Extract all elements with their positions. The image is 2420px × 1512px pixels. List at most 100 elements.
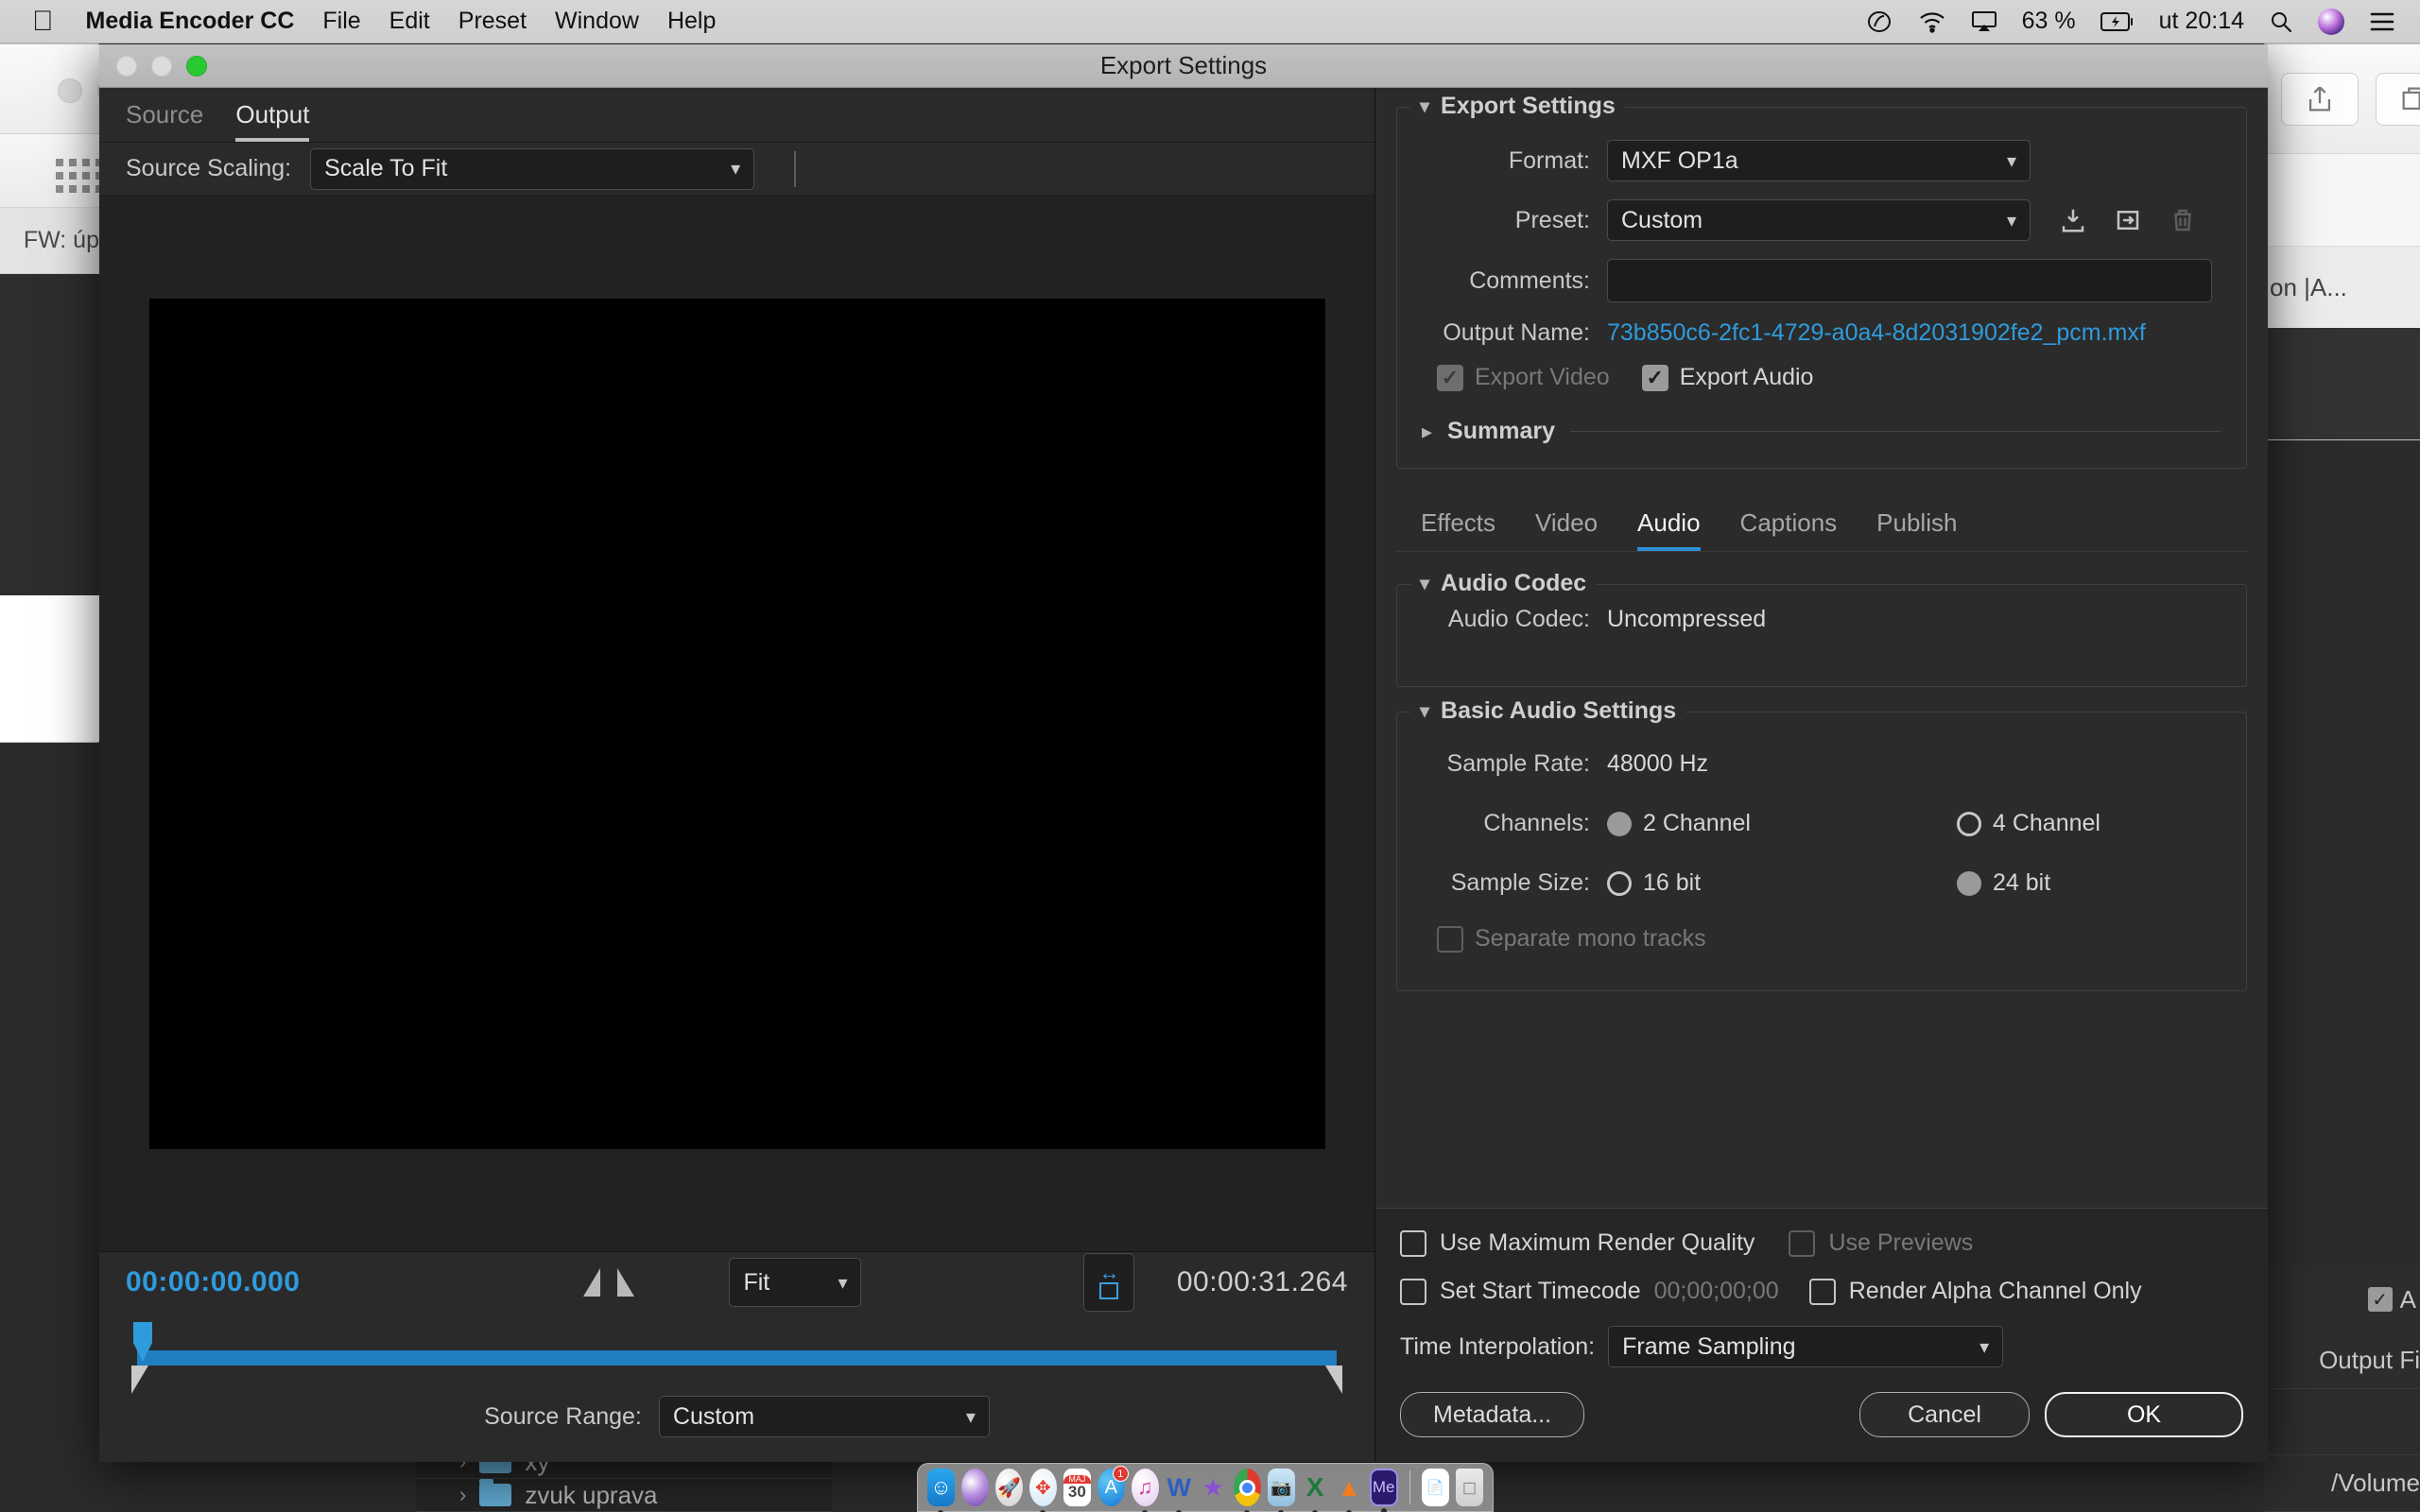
tab-publish[interactable]: Publish (1876, 508, 1957, 551)
dock-icon-finder[interactable]: ☺ (927, 1469, 955, 1512)
zoom-level-select[interactable]: Fit ▾ (729, 1258, 862, 1307)
background-queue-panel[interactable]: ✓ A Output Fi /Volume (2264, 1266, 2420, 1512)
in-point-handle[interactable] (131, 1366, 148, 1394)
menubar-status-items[interactable]: 63 % ut 20:14 (1865, 8, 2395, 35)
tab-audio[interactable]: Audio (1637, 508, 1701, 551)
dock-icon-chrome[interactable] (1233, 1469, 1261, 1512)
tab-effects[interactable]: Effects (1421, 508, 1495, 551)
macos-menubar[interactable]:  Media Encoder CC File Edit Preset Wind… (0, 0, 2420, 43)
export-audio-checkbox[interactable]: ✓ (1641, 364, 1668, 391)
dock-icon-media-encoder[interactable]: Me (1369, 1469, 1398, 1512)
dock-icon-launchpad[interactable]: 🚀 (994, 1469, 1023, 1506)
time-interpolation-select[interactable]: Frame Sampling ▾ (1608, 1326, 2004, 1367)
background-window-right[interactable]: on |A... + (2259, 43, 2420, 440)
menubar-item-window[interactable]: Window (555, 8, 639, 35)
bg-left-tab[interactable]: FW: úp (0, 208, 103, 274)
preview-area[interactable] (99, 196, 1374, 1251)
export-settings-group-title[interactable]: ▾ Export Settings (1410, 93, 1625, 120)
menubar-app-name[interactable]: Media Encoder CC (86, 8, 295, 35)
radio-24-bit[interactable] (1957, 870, 1981, 896)
notification-center-icon[interactable] (2369, 11, 2395, 32)
dock-icon-imovie[interactable]: ★ (1200, 1469, 1227, 1506)
traffic-lights[interactable] (116, 55, 207, 77)
set-start-timecode-checkbox[interactable] (1400, 1278, 1426, 1305)
set-in-point-icon[interactable] (583, 1268, 601, 1297)
start-timecode-value[interactable]: 00;00;00;00 (1654, 1278, 1779, 1305)
source-range-select[interactable]: Custom ▾ (658, 1396, 990, 1437)
video-preview-canvas[interactable] (148, 298, 1325, 1149)
export-audio-checkbox-row[interactable]: ✓ Export Audio (1641, 364, 1813, 391)
format-select[interactable]: MXF OP1a ▾ (1607, 140, 2031, 181)
chevron-down-icon[interactable]: ▾ (1420, 94, 1429, 118)
bg-left-toolbar[interactable] (0, 134, 103, 208)
settings-tabbar[interactable]: Effects Video Audio Captions Publish (1396, 493, 2247, 552)
sample-size-option-16[interactable]: 16 bit (1607, 869, 1957, 897)
background-window-left[interactable]: FW: úp (0, 43, 104, 743)
render-alpha-checkbox[interactable] (1808, 1278, 1836, 1305)
export-settings-dialog[interactable]: Export Settings Source Output Source Sca… (99, 44, 2268, 1462)
dock-icon-document[interactable]: 📄 (1422, 1469, 1450, 1506)
source-scaling-select[interactable]: Scale To Fit ▾ (310, 147, 755, 190)
bg-left-traffic-lights[interactable] (58, 78, 103, 103)
tab-video[interactable]: Video (1535, 508, 1598, 551)
tab-output[interactable]: Output (235, 100, 310, 142)
menubar-item-help[interactable]: Help (667, 8, 716, 35)
save-preset-icon[interactable] (2051, 198, 2095, 242)
channels-option-4[interactable]: 4 Channel (1957, 810, 2100, 837)
tree-row[interactable]: › zvuk uprava (416, 1479, 832, 1512)
out-point-handle[interactable] (1325, 1366, 1342, 1394)
playhead[interactable] (133, 1322, 152, 1364)
close-button[interactable] (116, 55, 137, 77)
radio-16-bit[interactable] (1607, 870, 1632, 896)
dock-icon-itunes[interactable]: ♫ (1131, 1469, 1159, 1512)
channels-option-2[interactable]: 2 Channel (1607, 810, 1957, 837)
fit-to-frame-icon[interactable]: ↔ (1083, 1253, 1135, 1312)
duplicate-window-button[interactable] (2376, 72, 2420, 126)
dock[interactable]: ☺ 🚀 ✥ MÁJ 30 A1 ♫ W ★ 📷 X ▲ Me 📄 ◻ (917, 1463, 1494, 1512)
airplay-icon[interactable] (1971, 10, 1997, 33)
dock-icon-calendar[interactable]: MÁJ 30 (1063, 1469, 1091, 1506)
menubar-clock[interactable]: ut 20:14 (2159, 8, 2244, 35)
basic-audio-group-title[interactable]: ▾ Basic Audio Settings (1410, 697, 1686, 725)
radio-4-channel[interactable] (1957, 811, 1981, 836)
dock-icon-word[interactable]: W (1166, 1469, 1193, 1512)
minimize-button[interactable] (151, 55, 172, 77)
dock-icon-trash[interactable]: ◻ (1456, 1469, 1484, 1506)
tab-source[interactable]: Source (126, 100, 203, 142)
siri-icon[interactable] (2318, 8, 2344, 35)
sample-size-option-24[interactable]: 24 bit (1957, 869, 2050, 897)
timeline-track[interactable] (126, 1316, 1348, 1394)
dock-icon-vlc[interactable]: ▲ (1336, 1469, 1363, 1512)
creative-cloud-icon[interactable] (1865, 9, 1893, 34)
inout-point-buttons[interactable] (583, 1268, 635, 1297)
chevron-down-icon[interactable]: ▾ (1420, 572, 1429, 595)
timeline-range-bar[interactable] (137, 1350, 1337, 1366)
radio-2-channel[interactable] (1607, 811, 1632, 836)
menubar-item-preset[interactable]: Preset (458, 8, 527, 35)
grid-view-icon[interactable] (56, 159, 103, 193)
dock-icon-preview[interactable]: 📷 (1267, 1469, 1295, 1512)
preset-select[interactable]: Custom ▾ (1607, 199, 2031, 241)
dock-icon-safari[interactable]: ✥ (1028, 1469, 1057, 1512)
dock-icon-excel[interactable]: X (1302, 1469, 1329, 1512)
use-max-render-quality-checkbox[interactable] (1400, 1229, 1426, 1257)
apple-logo-icon[interactable]:  (32, 7, 54, 36)
tab-captions[interactable]: Captions (1740, 508, 1838, 551)
dialog-titlebar[interactable]: Export Settings (99, 44, 2268, 88)
dock-icon-siri[interactable] (960, 1469, 989, 1506)
metadata-button[interactable]: Metadata... (1400, 1392, 1585, 1437)
minimize-button[interactable] (58, 78, 82, 103)
search-icon[interactable] (2269, 9, 2293, 34)
bg-right-tabbar[interactable]: on |A... + (2260, 247, 2420, 328)
queue-item-checkbox[interactable]: ✓ (2367, 1287, 2393, 1312)
cancel-button[interactable]: Cancel (1859, 1392, 2030, 1437)
output-name-link[interactable]: 73b850c6-2fc1-4729-a0a4-8d2031902fe2_pcm… (1607, 319, 2146, 347)
audio-codec-group-title[interactable]: ▾ Audio Codec (1410, 570, 1597, 597)
set-out-point-icon[interactable] (617, 1268, 635, 1297)
current-timecode[interactable]: 00:00:00.000 (126, 1266, 300, 1298)
battery-percentage[interactable]: 63 % (2022, 8, 2076, 35)
summary-row[interactable]: ▸ Summary (1422, 418, 2221, 445)
wifi-icon[interactable] (1918, 10, 1946, 33)
menubar-item-edit[interactable]: Edit (389, 8, 430, 35)
chevron-down-icon[interactable]: ▾ (1420, 699, 1429, 723)
